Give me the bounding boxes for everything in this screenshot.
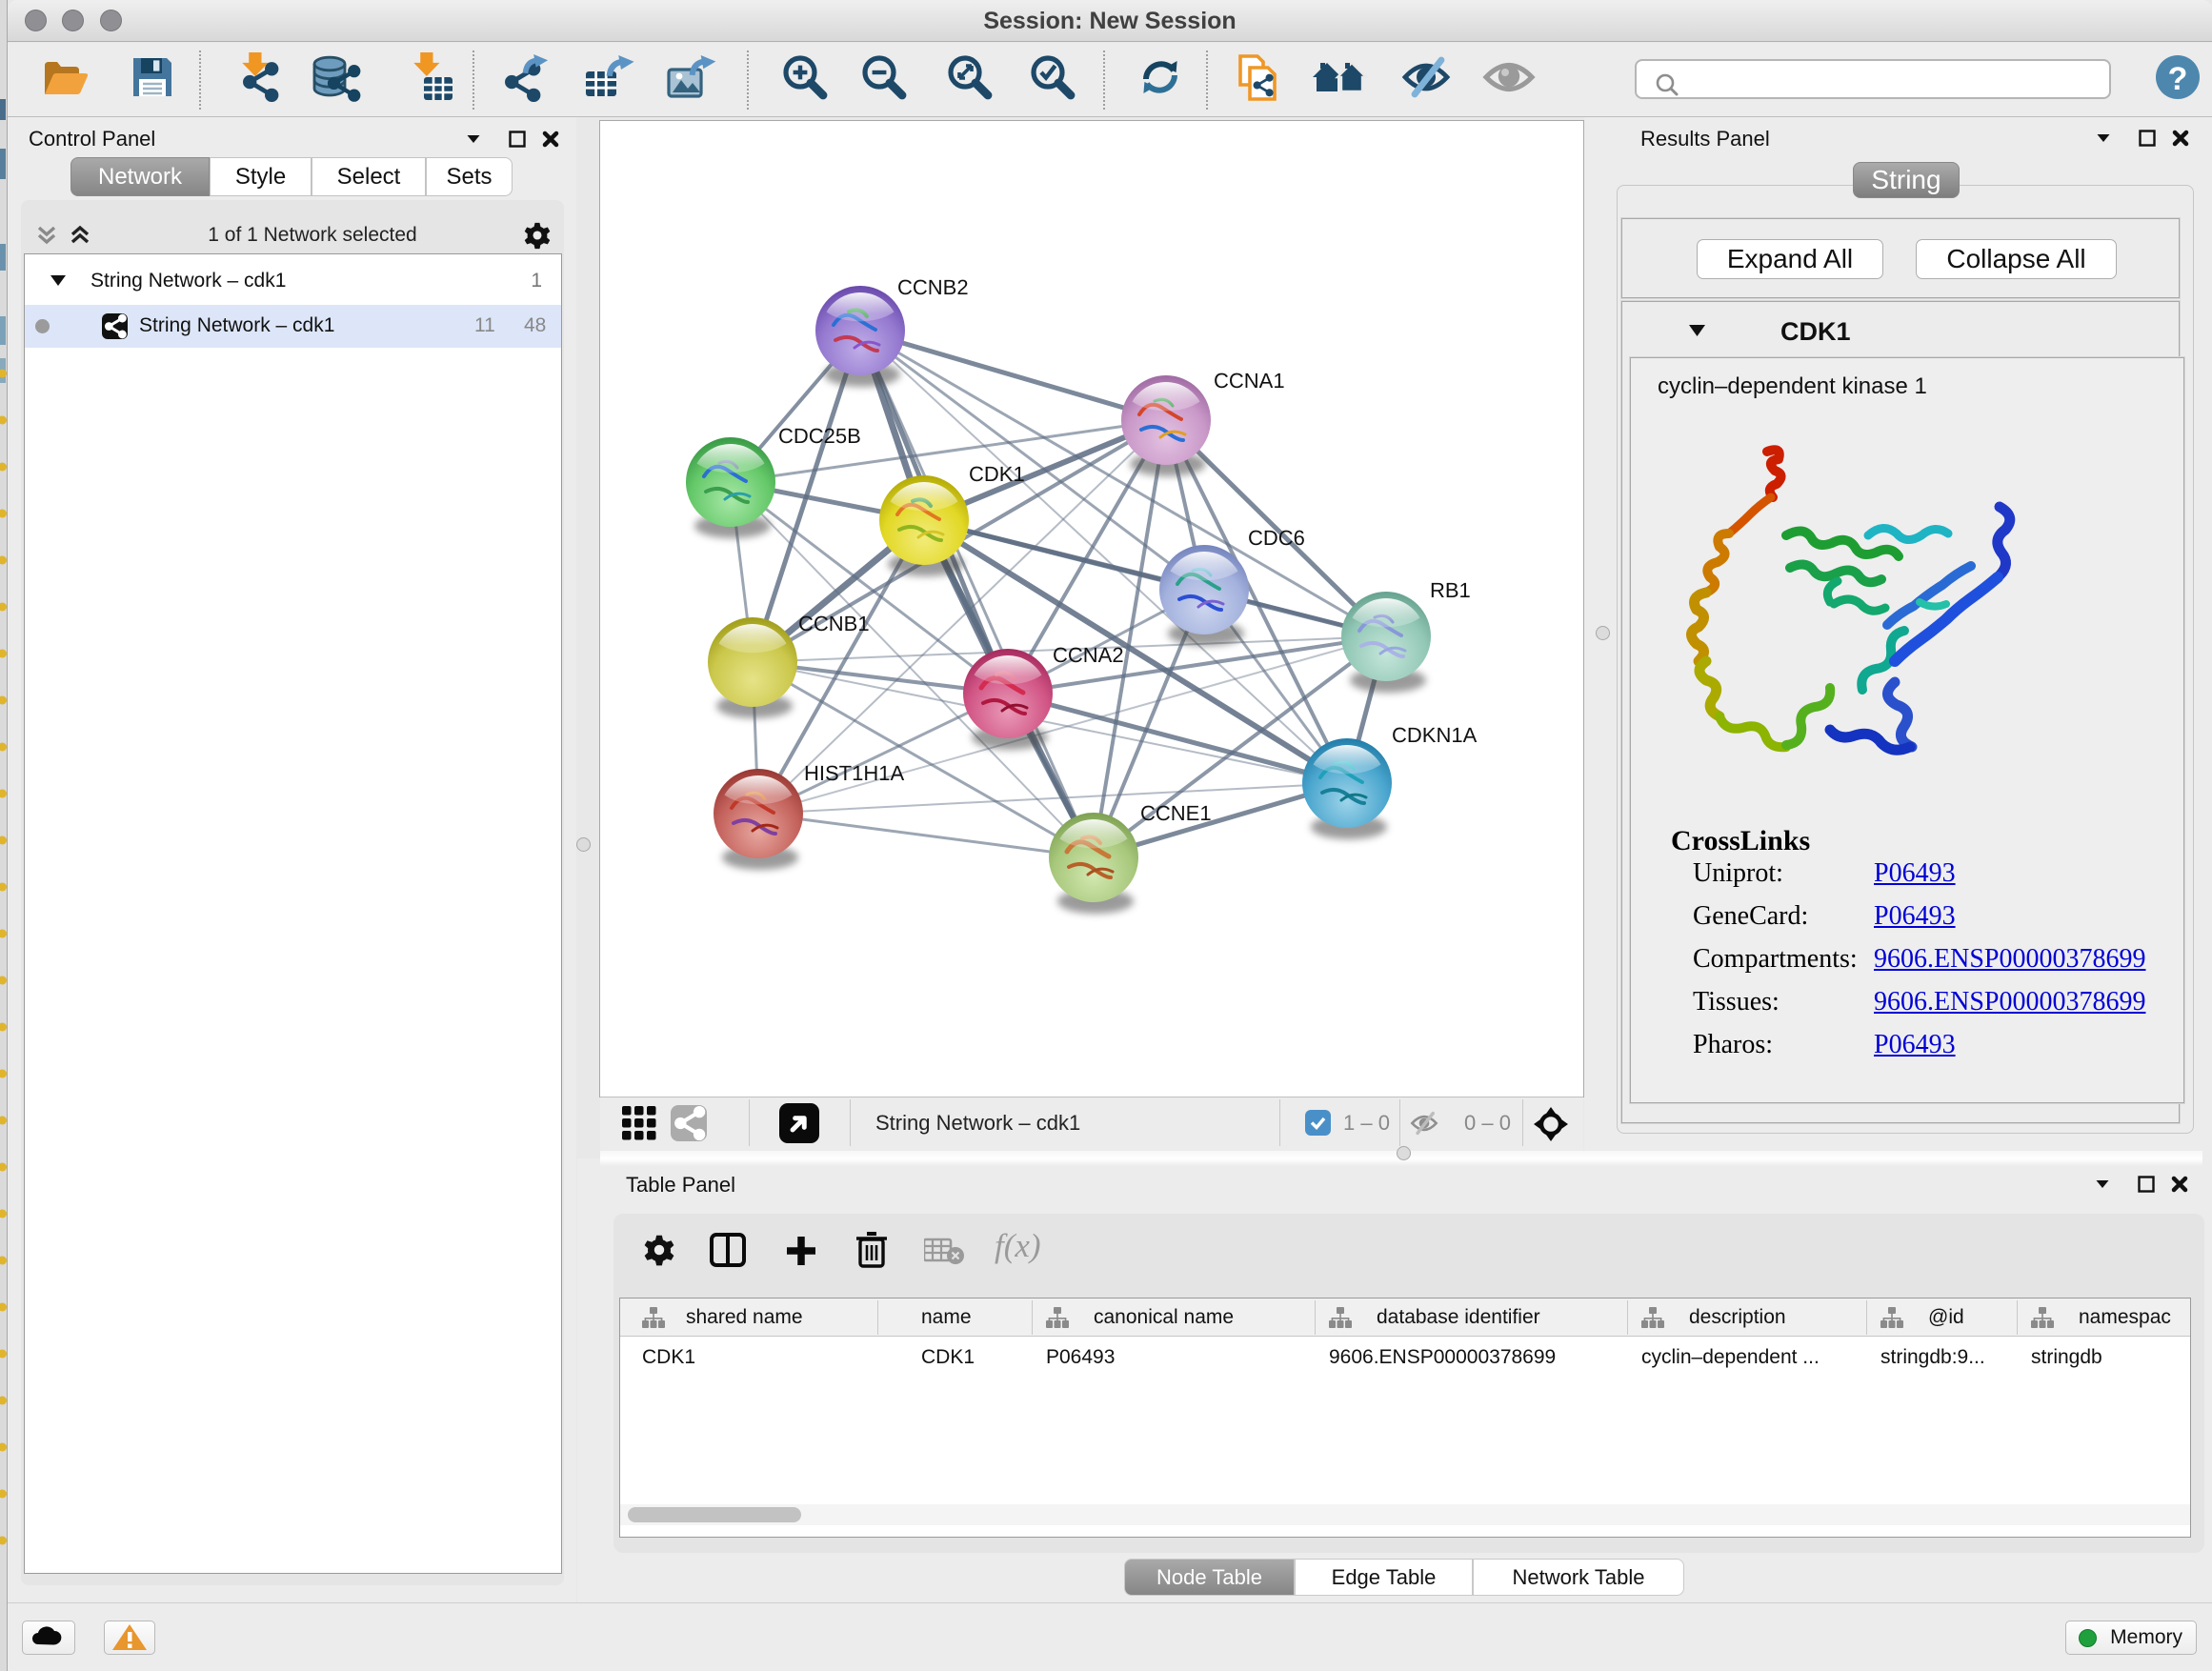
svg-text:HIST1H1A: HIST1H1A — [804, 761, 904, 785]
svg-text:RB1: RB1 — [1430, 578, 1471, 602]
svg-text:?: ? — [2168, 61, 2188, 97]
svg-text:CDC25B: CDC25B — [778, 424, 861, 448]
svg-text:CCNB1: CCNB1 — [798, 612, 870, 635]
svg-text:CDKN1A: CDKN1A — [1392, 723, 1478, 747]
svg-text:CDK1: CDK1 — [969, 462, 1025, 486]
svg-text:CCNA2: CCNA2 — [1053, 643, 1124, 667]
svg-text:CCNA1: CCNA1 — [1214, 369, 1285, 393]
svg-text:CDC6: CDC6 — [1248, 526, 1305, 550]
svg-text:CCNB2: CCNB2 — [897, 275, 969, 299]
svg-text:CCNE1: CCNE1 — [1140, 801, 1212, 825]
